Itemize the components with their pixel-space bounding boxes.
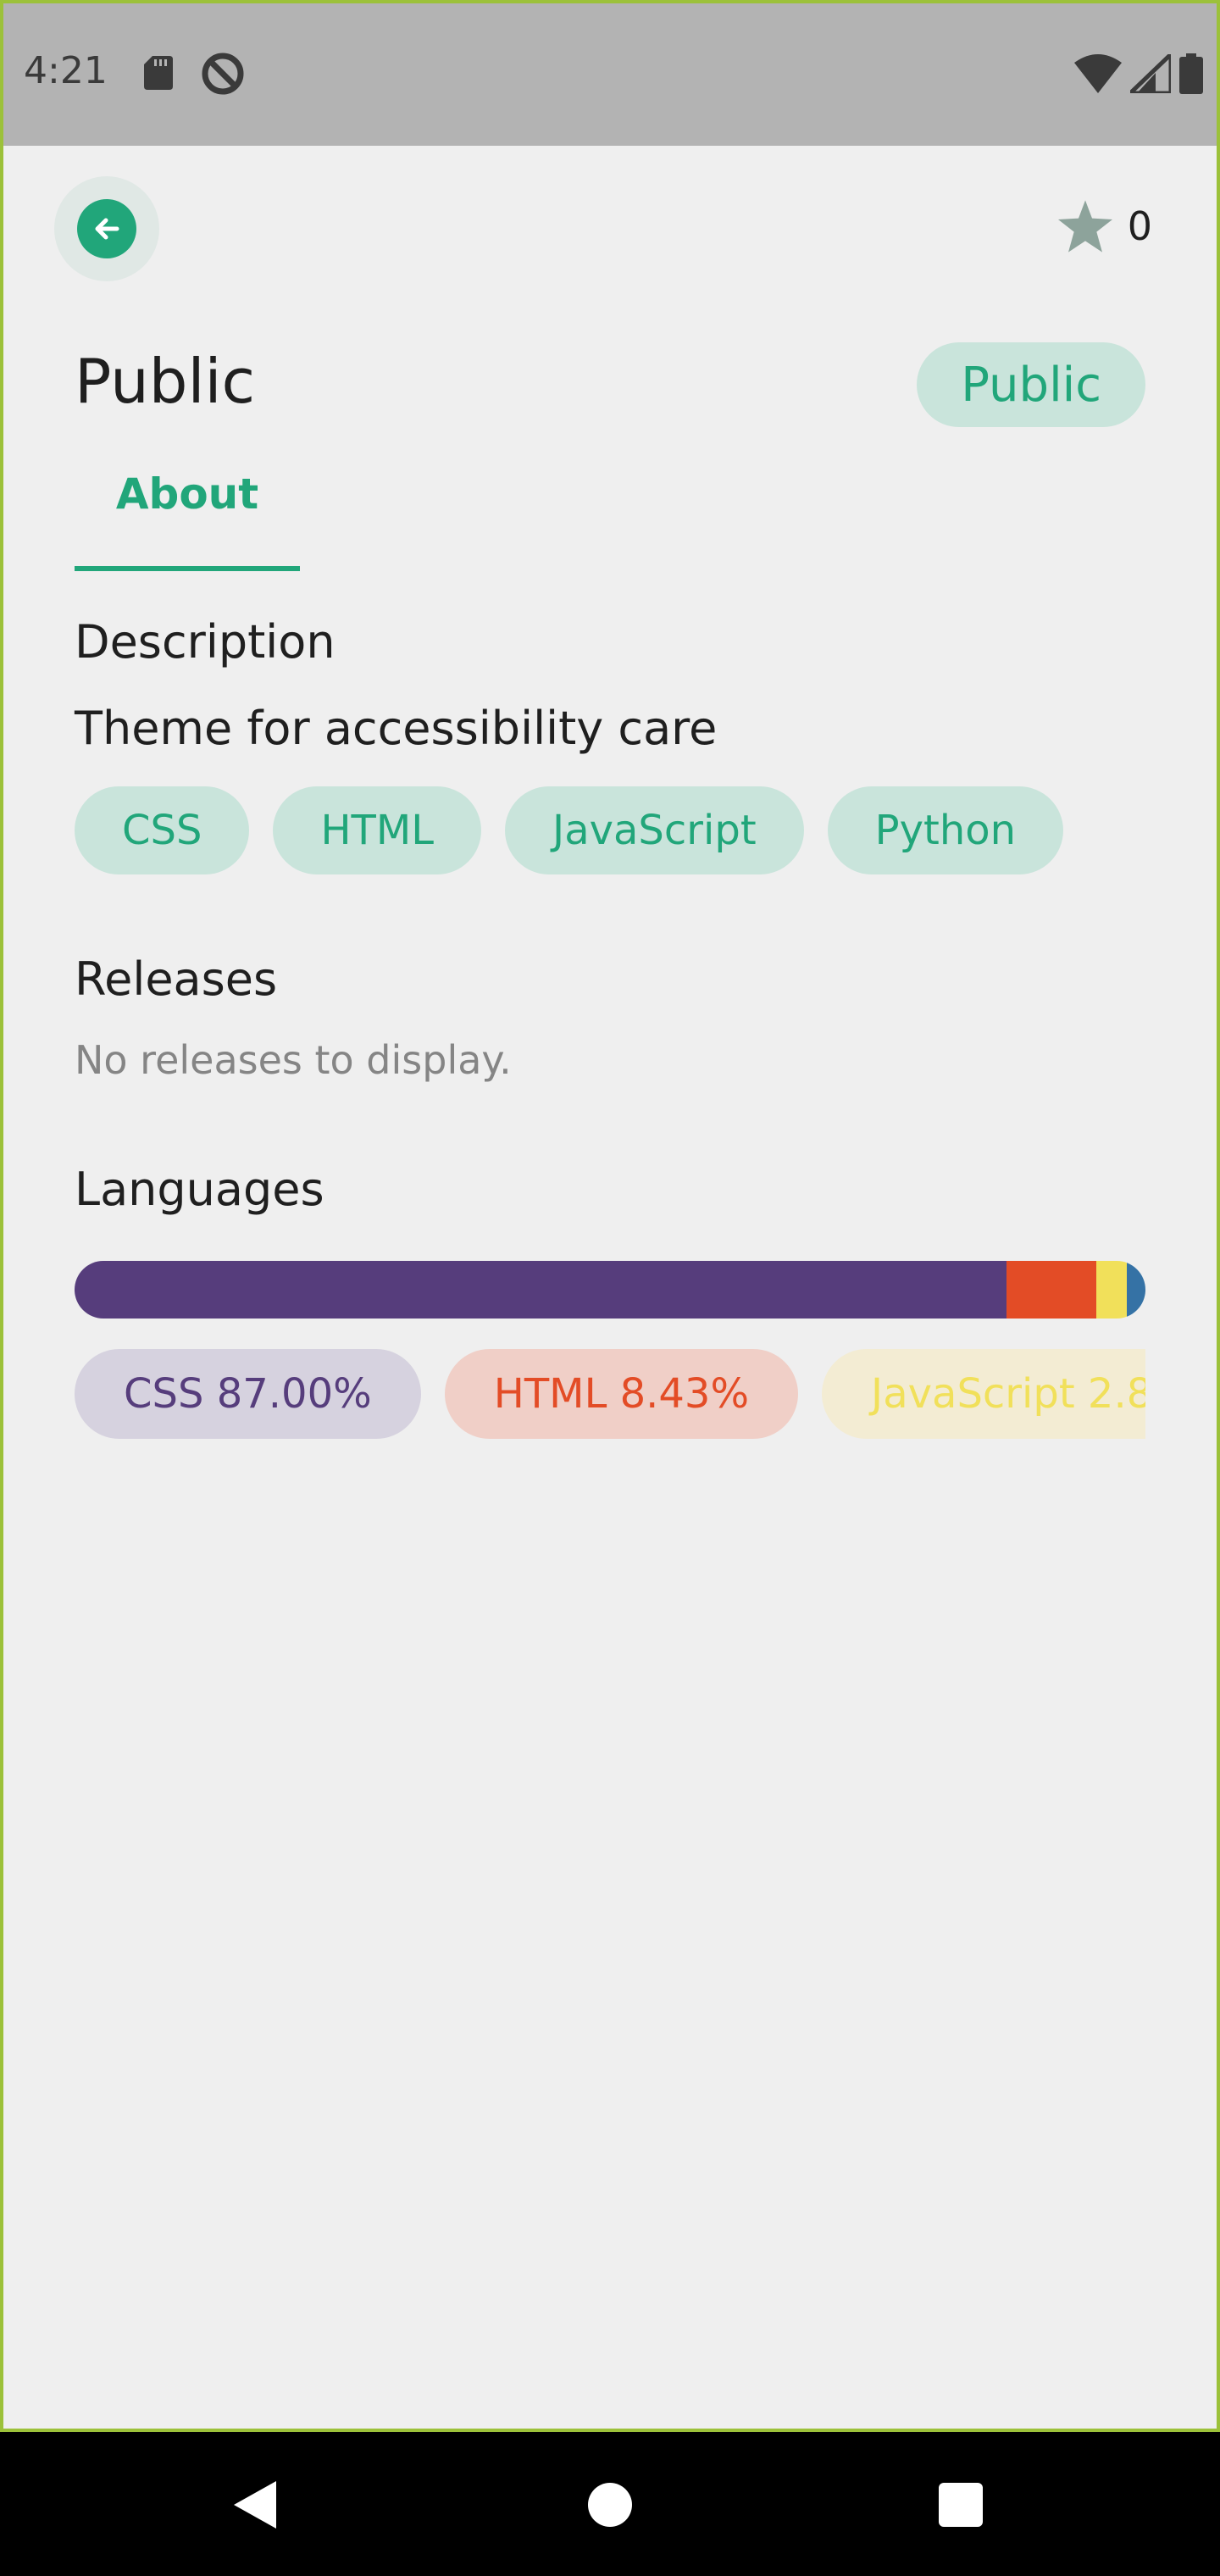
language-chip-list: CSS 87.00% HTML 8.43% JavaScript 2.80% [75,1349,1145,1439]
sd-card-icon [144,56,173,90]
topic-chip[interactable]: CSS [75,786,250,874]
language-bar [75,1261,1145,1319]
star-button[interactable]: 0 [1057,200,1152,253]
language-bar-segment [1096,1261,1127,1319]
language-bar-segment [1126,1261,1145,1319]
description-text: Theme for accessibility care [75,702,718,755]
page-title: Public [75,346,256,417]
releases-empty-text: No releases to display. [75,1037,512,1083]
navigation-bar [0,2432,1220,2576]
languages-heading: Languages [75,1163,324,1216]
topic-chip[interactable]: Python [827,786,1064,874]
signal-icon [1130,54,1171,93]
star-icon [1057,200,1112,253]
arrow-left-icon [77,199,136,258]
language-chip[interactable]: JavaScript 2.80% [822,1349,1145,1439]
description-heading: Description [75,615,336,669]
tab-about[interactable]: About [75,464,300,571]
back-button[interactable] [54,176,159,281]
topic-list: CSS HTML JavaScript Python [75,786,1064,874]
language-bar-segment [75,1261,1006,1319]
releases-heading: Releases [75,952,278,1006]
language-chip[interactable]: CSS 87.00% [75,1349,421,1439]
topic-chip[interactable]: JavaScript [505,786,804,874]
recents-square-icon[interactable] [939,2483,983,2527]
wifi-icon [1074,54,1122,93]
battery-icon [1179,53,1203,94]
status-icons [1074,53,1203,95]
status-bar: 4:21 [0,0,1220,146]
star-count: 0 [1127,203,1152,249]
tab-label: About [115,469,259,519]
topic-chip[interactable]: HTML [273,786,482,874]
language-chip[interactable]: HTML 8.43% [444,1349,799,1439]
back-triangle-icon[interactable] [230,2479,278,2530]
home-circle-icon[interactable] [588,2483,632,2527]
do-not-disturb-icon [202,53,244,95]
visibility-badge: Public [917,342,1145,427]
status-time: 4:21 [24,49,108,92]
language-bar-segment [1006,1261,1097,1319]
